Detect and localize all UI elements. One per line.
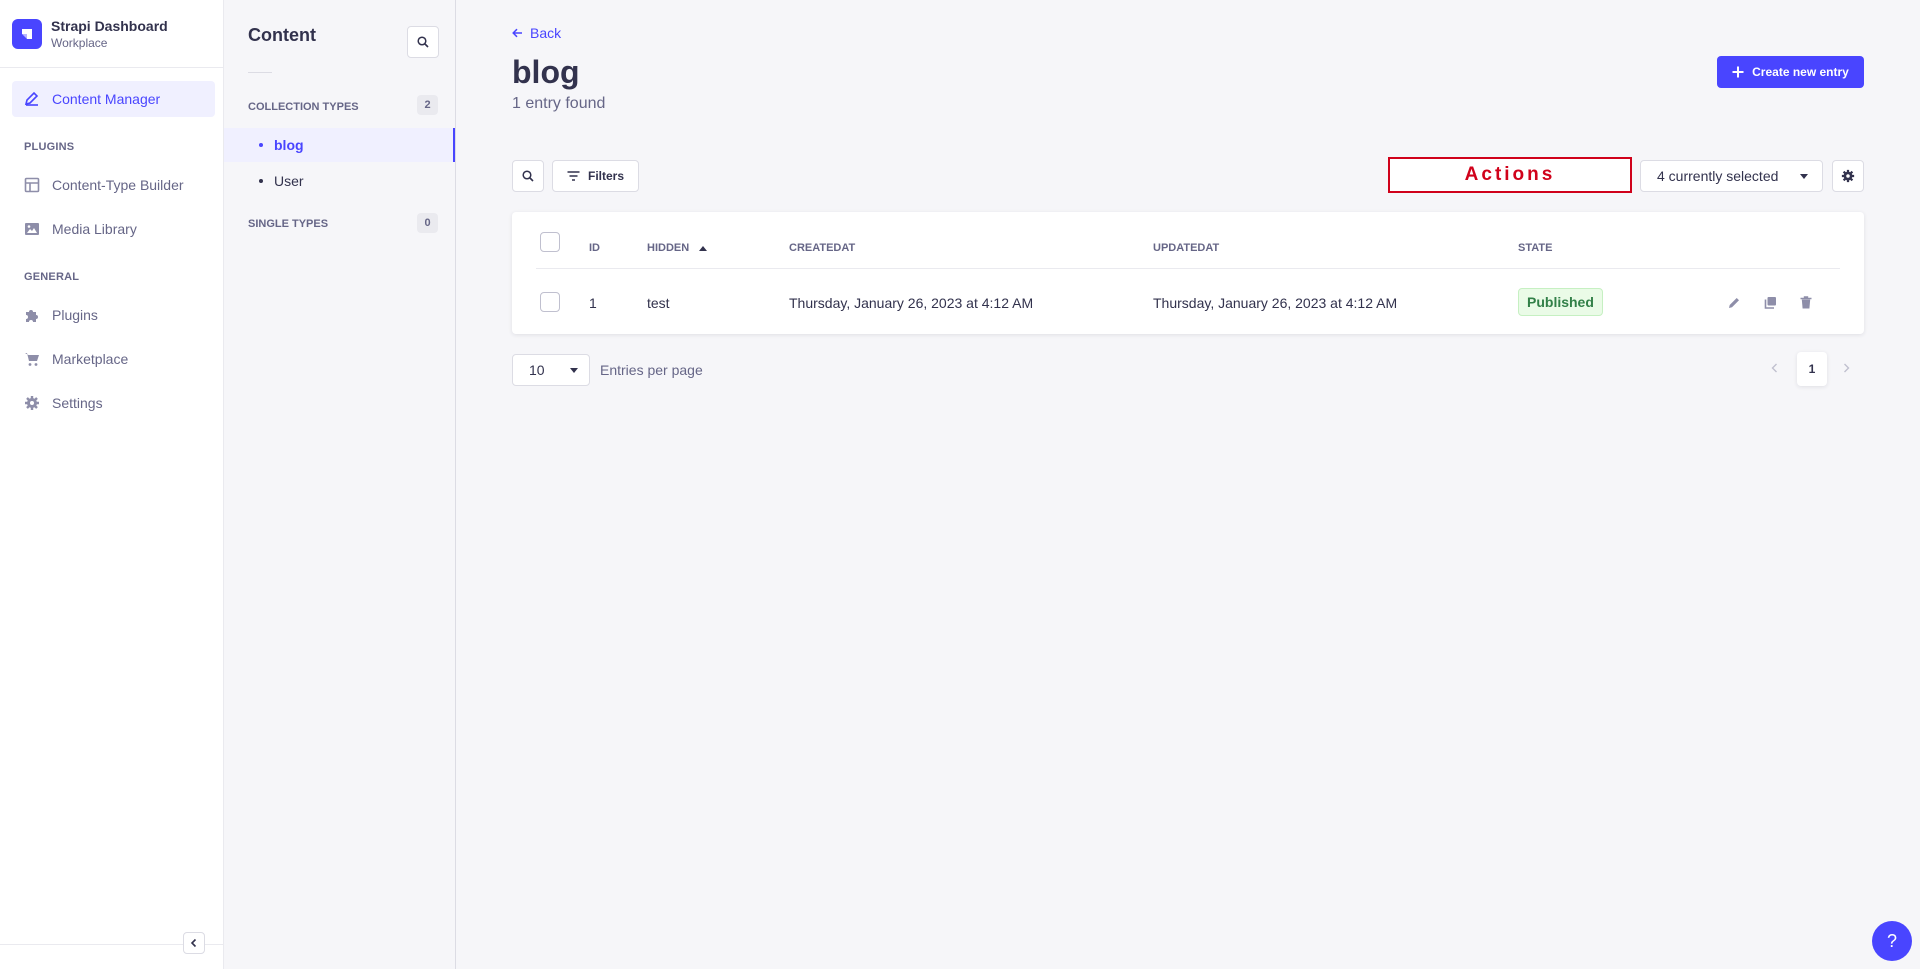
arrow-left-icon xyxy=(512,28,523,38)
brand-header[interactable]: Strapi Dashboard Workplace xyxy=(0,0,223,68)
entries-per-page-label: Entries per page xyxy=(600,362,703,378)
nav-label: Media Library xyxy=(52,221,137,237)
subnav-divider xyxy=(248,72,272,73)
nav-section-plugins: PLUGINS xyxy=(24,141,75,153)
bullet-icon xyxy=(259,179,263,183)
row-checkbox[interactable] xyxy=(540,292,560,312)
back-link[interactable]: Back xyxy=(512,25,561,41)
brand-title: Strapi Dashboard xyxy=(51,17,168,34)
list-settings-button[interactable] xyxy=(1832,160,1864,192)
cell-updatedat: Thursday, January 26, 2023 at 4:12 AM xyxy=(1153,295,1398,311)
cell-id: 1 xyxy=(589,295,597,311)
caret-down-icon xyxy=(1800,174,1808,179)
filter-icon xyxy=(567,171,580,181)
collapse-nav-button[interactable] xyxy=(183,932,205,954)
collection-item-label: blog xyxy=(274,137,304,153)
collection-types-heading: COLLECTION TYPES xyxy=(248,101,359,113)
nav-item-content-manager[interactable]: Content Manager xyxy=(12,81,215,117)
status-badge: Published xyxy=(1518,288,1603,316)
entry-count: 1 entry found xyxy=(512,95,606,112)
gear-icon xyxy=(24,395,40,411)
cell-hidden: test xyxy=(647,295,670,311)
nav-label: Marketplace xyxy=(52,351,129,367)
chevron-left-icon xyxy=(189,938,199,948)
create-new-entry-button[interactable]: Create new entry xyxy=(1717,56,1864,88)
filters-label: Filters xyxy=(587,169,624,183)
column-header-createdat[interactable]: CREATEDAT xyxy=(789,242,855,254)
column-header-id[interactable]: ID xyxy=(589,242,600,254)
nav-label: Content-Type Builder xyxy=(52,177,184,193)
single-types-heading: SINGLE TYPES xyxy=(248,218,329,230)
column-header-updatedat[interactable]: UPDATEDAT xyxy=(1153,242,1219,254)
main-navigation: Strapi Dashboard Workplace Content Manag… xyxy=(0,0,224,969)
nav-item-settings[interactable]: Settings xyxy=(12,385,215,421)
previous-page-chevron-icon[interactable] xyxy=(1768,360,1780,376)
search-icon xyxy=(417,36,429,48)
nav-label: Plugins xyxy=(52,307,98,323)
plus-icon xyxy=(1732,66,1744,78)
nav-item-plugins[interactable]: Plugins xyxy=(12,297,215,333)
brand-subtitle: Workplace xyxy=(51,35,108,50)
collection-item-blog[interactable]: blog xyxy=(224,128,455,162)
cell-createdat: Thursday, January 26, 2023 at 4:12 AM xyxy=(789,295,1034,311)
bullet-icon xyxy=(259,143,263,147)
column-header-label: HIDDEN xyxy=(647,242,690,254)
nav-item-marketplace[interactable]: Marketplace xyxy=(12,341,215,377)
next-page-chevron-icon[interactable] xyxy=(1840,360,1852,376)
sort-ascending-icon xyxy=(699,245,708,251)
subnav-search-button[interactable] xyxy=(407,26,439,58)
nav-item-media-library[interactable]: Media Library xyxy=(12,211,215,247)
actions-annotation: Actions xyxy=(1388,157,1632,193)
delete-trash-icon[interactable] xyxy=(1798,294,1814,310)
displayed-columns-select[interactable]: 4 currently selected xyxy=(1640,160,1823,192)
strapi-logo-icon xyxy=(12,18,42,49)
table-search-button[interactable] xyxy=(512,160,544,192)
single-types-count: 0 xyxy=(417,213,438,233)
content-sub-navigation: Content COLLECTION TYPES 2 blog User SIN… xyxy=(224,0,456,969)
nav-section-general: GENERAL xyxy=(24,271,80,283)
layout-icon xyxy=(24,177,40,193)
collection-item-label: User xyxy=(274,173,304,189)
header-divider xyxy=(536,268,1840,269)
filters-button[interactable]: Filters xyxy=(552,160,639,192)
shopping-cart-icon xyxy=(24,351,40,367)
nav-item-content-type-builder[interactable]: Content-Type Builder xyxy=(12,167,215,203)
collection-item-user[interactable]: User xyxy=(224,164,455,198)
column-header-state[interactable]: STATE xyxy=(1518,242,1552,254)
cog-icon xyxy=(1841,169,1855,183)
subnav-title: Content xyxy=(248,25,316,45)
page-1-button[interactable]: 1 xyxy=(1797,352,1827,386)
caret-down-icon xyxy=(570,368,578,373)
image-icon xyxy=(24,221,40,237)
page-title: blog xyxy=(512,54,580,90)
puzzle-icon xyxy=(24,307,40,323)
select-value: 4 currently selected xyxy=(1657,168,1779,184)
page-size-select[interactable]: 10 xyxy=(512,354,590,386)
page-size-value: 10 xyxy=(529,362,545,378)
edit-pencil-icon[interactable] xyxy=(1726,294,1742,310)
search-icon xyxy=(522,170,534,182)
back-label: Back xyxy=(530,25,562,41)
create-label: Create new entry xyxy=(1752,65,1849,79)
column-header-hidden[interactable]: HIDDEN xyxy=(647,242,708,254)
select-all-checkbox[interactable] xyxy=(540,232,560,252)
entries-table: ID HIDDEN CREATEDAT UPDATEDAT STATE 1 te… xyxy=(512,212,1864,334)
duplicate-icon[interactable] xyxy=(1762,294,1778,310)
nav-label: Settings xyxy=(52,395,103,411)
nav-label: Content Manager xyxy=(52,91,161,107)
help-button[interactable]: ? xyxy=(1872,921,1912,961)
pencil-feather-icon xyxy=(24,91,40,107)
collection-types-count: 2 xyxy=(417,95,438,115)
